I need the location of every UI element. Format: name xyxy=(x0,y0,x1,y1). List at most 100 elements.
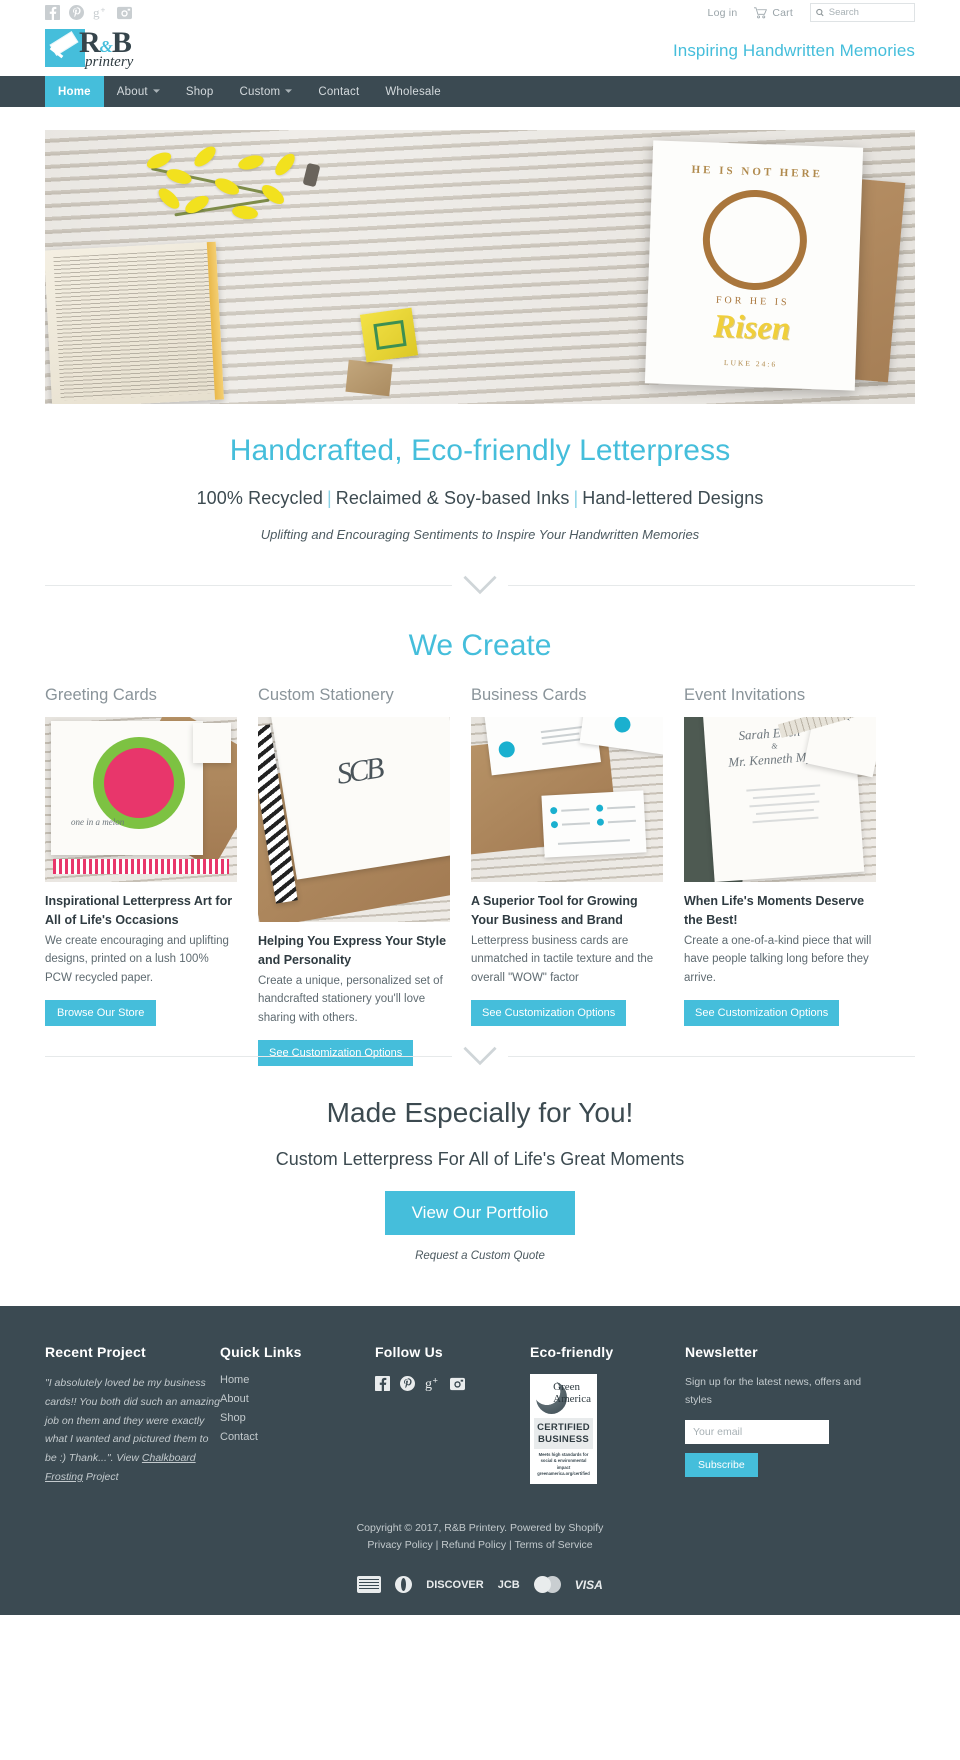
hero-subtitle-b: Reclaimed & Soy-based Inks xyxy=(335,488,570,508)
nav-item-custom[interactable]: Custom xyxy=(227,76,306,107)
hero-subtitle-c: Hand-lettered Designs xyxy=(582,488,764,508)
googleplus-icon[interactable]: g + xyxy=(425,1376,440,1396)
svg-text:+: + xyxy=(101,5,106,15)
jcb-icon: JCB xyxy=(497,1578,520,1591)
hero-card-line4: LUKE 24:6 xyxy=(723,358,778,369)
cta-section: Made Especially for You! Custom Letterpr… xyxy=(0,1057,960,1262)
footer-heading: Eco-friendly xyxy=(530,1344,614,1361)
hero-card-line3: Risen xyxy=(712,308,791,348)
footer-newsletter: Newsletter Sign up for the latest news, … xyxy=(685,1344,885,1486)
card-title: Custom Stationery xyxy=(258,686,394,704)
legal-links: Privacy Policy | Refund Policy | Terms o… xyxy=(367,1539,593,1552)
section-divider xyxy=(45,568,915,602)
card-image-business-cards xyxy=(471,717,663,882)
googleplus-icon[interactable]: g + xyxy=(93,5,108,20)
nav-item-contact[interactable]: Contact xyxy=(305,76,372,107)
subscribe-button[interactable]: Subscribe xyxy=(685,1453,758,1477)
green-america-badge: Green America CERTIFIED BUSINESS Meets hi… xyxy=(530,1374,597,1485)
american-express-icon xyxy=(357,1576,382,1594)
discover-icon: DISCOVER xyxy=(426,1578,484,1591)
hero-card-ring-icon xyxy=(701,188,809,292)
chevron-down-icon xyxy=(285,89,293,93)
hero-image: HE IS NOT HERE FOR HE IS Risen LUKE 24:6 xyxy=(45,130,915,404)
card-heading: Inspirational Letterpress Art for All of… xyxy=(45,894,233,927)
view-our-portfolio-button[interactable]: View Our Portfolio xyxy=(384,1191,576,1236)
utility-bar: g + Log in Cart xyxy=(0,0,960,28)
hero-subtitle: 100% Recycled | Reclaimed & Soy-based Inks… xyxy=(196,488,764,508)
instagram-icon[interactable] xyxy=(117,5,132,20)
search-box[interactable] xyxy=(810,3,915,22)
cta-heading: Made Especially for You! xyxy=(326,1097,634,1129)
pinterest-icon[interactable] xyxy=(69,5,84,20)
site-slogan: Inspiring Handwritten Memories xyxy=(672,41,915,60)
hero-forsythia-photo xyxy=(140,136,310,266)
site-footer: Recent Project "I absolutely loved be my… xyxy=(0,1306,960,1616)
card-body: We create encouraging and uplifting desi… xyxy=(45,934,229,984)
footer-link-about[interactable]: About xyxy=(220,1393,375,1405)
footer-heading: Recent Project xyxy=(45,1344,146,1361)
request-custom-quote-link[interactable]: Request a Custom Quote xyxy=(0,1250,960,1262)
login-link[interactable]: Log in xyxy=(708,7,738,19)
logo-subtext: printery xyxy=(85,54,134,70)
hero-subtitle-a: 100% Recycled xyxy=(196,488,323,508)
card-event-invitations: Event Invitations Sarah Ellen & Mr. Kenn… xyxy=(684,685,876,1027)
visa-icon: VISA xyxy=(574,1577,603,1592)
card-image-greeting-cards: one in a melon xyxy=(45,717,237,882)
badge-fine-3: greenamerica.org/certified xyxy=(537,1471,590,1477)
social-links-top: g + xyxy=(45,5,132,20)
instagram-icon[interactable] xyxy=(450,1376,465,1396)
svg-text:g: g xyxy=(93,5,100,20)
hero-tagline: Uplifting and Encouraging Sentiments to … xyxy=(260,527,700,542)
brand-row: R&B printery Inspiring Handwritten Memor… xyxy=(0,26,960,76)
facebook-icon[interactable] xyxy=(375,1376,390,1396)
chevron-down-icon xyxy=(152,89,160,93)
diners-club-icon xyxy=(395,1576,413,1594)
nav-item-wholesale[interactable]: Wholesale xyxy=(372,76,454,107)
newsletter-email-input[interactable] xyxy=(685,1420,829,1444)
terms-of-service-link[interactable]: Terms of Service xyxy=(514,1539,592,1551)
mastercard-icon xyxy=(533,1576,561,1594)
card-title: Business Cards xyxy=(471,686,587,704)
footer-quick-links: Quick Links Home About Shop Contact xyxy=(220,1344,375,1486)
footer-eco-friendly: Eco-friendly Green America CERTIFIED BUSI… xyxy=(530,1344,685,1486)
footer-follow-us: Follow Us g + xyxy=(375,1344,530,1486)
card-image-event-invitations: Sarah Ellen & Mr. Kenneth Myers RSVP xyxy=(684,717,876,882)
see-customization-options-button[interactable]: See Customization Options xyxy=(684,1000,840,1027)
section-divider xyxy=(45,1039,915,1074)
see-customization-options-button[interactable]: See Customization Options xyxy=(471,1000,627,1027)
we-create-cards: Greeting Cards one in a melon Inspiratio… xyxy=(45,685,915,1067)
card-heading: When Life's Moments Deserve the Best! xyxy=(684,894,865,927)
cart-link[interactable]: Cart xyxy=(754,7,793,19)
privacy-policy-link[interactable]: Privacy Policy xyxy=(367,1539,432,1551)
svg-text:+: + xyxy=(433,1376,438,1386)
facebook-icon[interactable] xyxy=(45,5,60,20)
nav-item-about[interactable]: About xyxy=(104,76,173,107)
card-custom-stationery: Custom Stationery SCB Helping You Expres… xyxy=(258,685,450,1067)
site-logo[interactable]: R&B printery xyxy=(45,26,141,75)
payment-icons: DISCOVER JCB VISA xyxy=(45,1565,915,1615)
we-create-heading: We Create xyxy=(408,629,552,662)
refund-policy-link[interactable]: Refund Policy xyxy=(441,1539,506,1551)
badge-certified: CERTIFIED xyxy=(537,1422,590,1434)
nav-item-home[interactable]: Home xyxy=(45,76,104,107)
card-heading: A Superior Tool for Growing Your Busines… xyxy=(471,894,638,927)
hero-text-block: Handcrafted, Eco-friendly Letterpress 10… xyxy=(0,404,960,542)
pinterest-icon[interactable] xyxy=(400,1376,415,1396)
nav-item-shop[interactable]: Shop xyxy=(173,76,227,107)
see-customization-options-button[interactable]: See Customization Options xyxy=(258,1040,414,1067)
footer-link-home[interactable]: Home xyxy=(220,1374,375,1386)
card-body: Create a one-of-a-kind piece that will h… xyxy=(684,934,872,984)
card-greeting-cards: Greeting Cards one in a melon Inspiratio… xyxy=(45,685,237,1027)
utility-links: Log in Cart xyxy=(708,3,915,22)
card-title: Event Invitations xyxy=(684,686,806,704)
footer-heading: Newsletter xyxy=(685,1344,758,1361)
cart-label: Cart xyxy=(772,6,793,19)
search-input[interactable] xyxy=(828,7,909,18)
footer-link-contact[interactable]: Contact xyxy=(220,1431,375,1443)
card-business-cards: Business Cards A Superior Tool for Growi… xyxy=(471,685,663,1027)
footer-link-shop[interactable]: Shop xyxy=(220,1412,375,1424)
newsletter-blurb: Sign up for the latest news, offers and … xyxy=(685,1376,862,1406)
browse-our-store-button[interactable]: Browse Our Store xyxy=(45,1000,157,1027)
copyright-text: Copyright © 2017, R&B Printery. Powered … xyxy=(356,1521,604,1534)
search-icon xyxy=(816,8,824,17)
